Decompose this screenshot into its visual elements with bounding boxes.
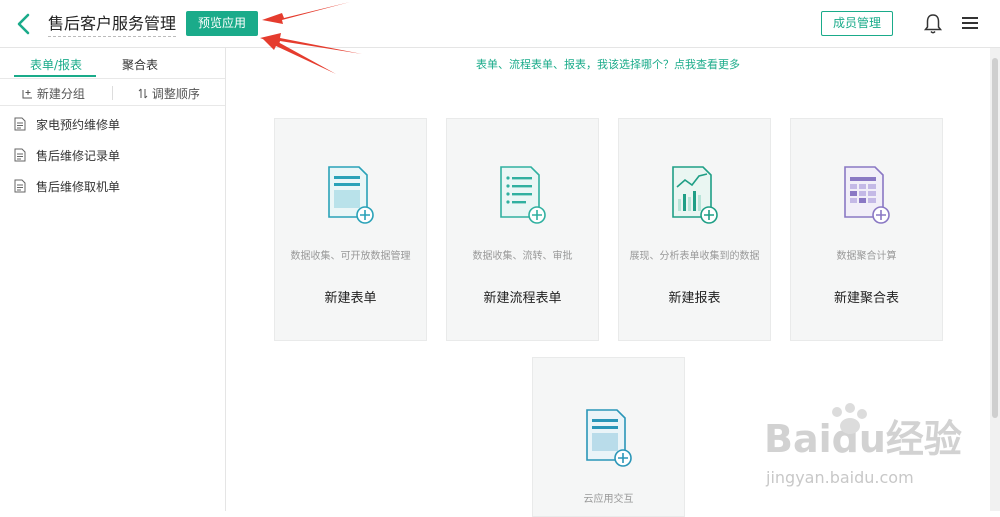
sidebar-item-label: 售后维修记录单 <box>36 149 121 163</box>
card-description: 云应用交互 <box>583 494 634 505</box>
new-group-button[interactable]: 新建分组 <box>22 85 85 102</box>
adjust-order-label: 调整顺序 <box>151 87 200 101</box>
back-arrow-icon[interactable] <box>14 12 34 36</box>
card-description: 数据收集、可开放数据管理 <box>290 251 411 262</box>
sort-icon <box>138 88 148 99</box>
card-title: 新建表单 <box>324 291 377 306</box>
preview-app-button[interactable]: 预览应用 <box>186 11 258 36</box>
main-content: 表单、流程表单、报表，我该选择哪个？点我查看更多 数据收集、可开放数据管理 新建… <box>226 48 990 517</box>
cloud-app-card[interactable]: 云应用交互 <box>532 357 685 517</box>
card-description: 数据聚合计算 <box>836 251 897 262</box>
tab-forms-reports[interactable]: 表单/报表 <box>30 56 82 73</box>
card-description: 展现、分析表单收集到的数据 <box>629 251 760 262</box>
sidebar: 表单/报表 聚合表 新建分组 调整顺序 家电预约维修单 售后维修记录单 售后维修… <box>0 48 226 511</box>
new-group-icon <box>22 90 32 99</box>
bell-icon[interactable] <box>923 13 943 35</box>
new-report-card[interactable]: 展现、分析表单收集到的数据 新建报表 <box>618 118 771 341</box>
sidebar-toolbar: 新建分组 调整顺序 <box>0 78 225 106</box>
tab-aggregate[interactable]: 聚合表 <box>122 56 158 73</box>
flow-form-add-icon <box>500 166 546 224</box>
form-add-icon <box>328 166 374 224</box>
new-group-label: 新建分组 <box>36 87 85 101</box>
watermark-url: jingyan.baidu.com <box>766 468 914 487</box>
help-link[interactable]: 表单、流程表单、报表，我该选择哪个？点我查看更多 <box>226 56 990 72</box>
card-title: 新建聚合表 <box>833 291 899 306</box>
member-management-button[interactable]: 成员管理 <box>821 11 893 36</box>
sidebar-item-label: 售后维修取机单 <box>36 180 121 194</box>
card-title: 新建报表 <box>668 291 721 306</box>
cloud-app-add-icon <box>586 409 632 467</box>
new-flow-form-card[interactable]: 数据收集、流转、审批 新建流程表单 <box>446 118 599 341</box>
toolbar-divider <box>112 86 113 100</box>
report-add-icon <box>672 166 718 224</box>
adjust-order-button[interactable]: 调整顺序 <box>138 85 200 102</box>
document-icon <box>14 148 26 162</box>
top-bar: 售后客户服务管理 预览应用 成员管理 <box>0 0 1000 48</box>
new-aggregate-card[interactable]: 数据聚合计算 新建聚合表 <box>790 118 943 341</box>
scroll-thumb[interactable] <box>992 58 998 418</box>
active-tab-indicator <box>14 75 96 77</box>
app-title[interactable]: 售后客户服务管理 <box>48 14 177 37</box>
scrollbar[interactable] <box>990 48 1000 511</box>
card-description: 数据收集、流转、审批 <box>472 251 573 262</box>
aggregate-add-icon <box>844 166 890 224</box>
new-form-card[interactable]: 数据收集、可开放数据管理 新建表单 <box>274 118 427 341</box>
sidebar-tabs: 表单/报表 聚合表 <box>0 48 225 78</box>
document-icon <box>14 179 26 193</box>
document-icon <box>14 117 26 131</box>
card-title: 新建流程表单 <box>483 291 562 306</box>
sidebar-item-label: 家电预约维修单 <box>36 118 121 132</box>
hamburger-menu-icon[interactable] <box>961 15 979 31</box>
